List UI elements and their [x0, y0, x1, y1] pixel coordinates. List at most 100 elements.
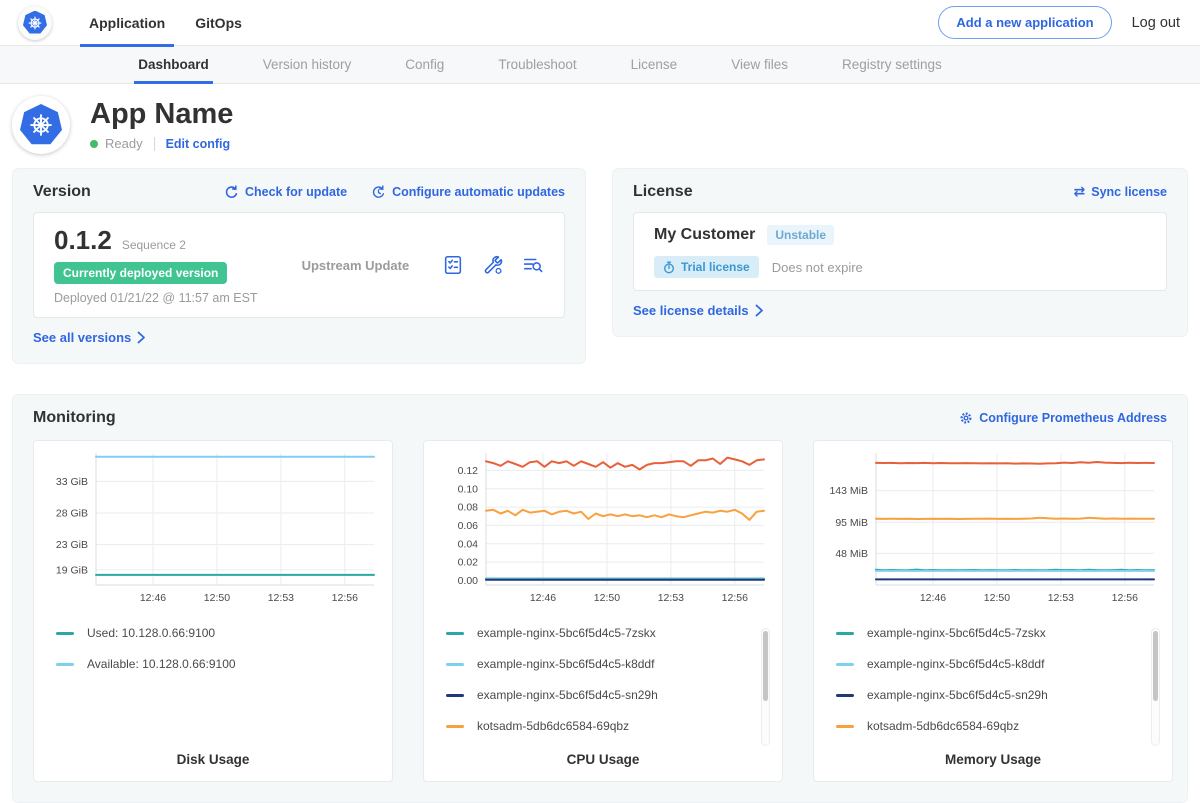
tab-dashboard[interactable]: Dashboard: [134, 46, 213, 83]
svg-text:12:56: 12:56: [332, 592, 358, 604]
tab-license[interactable]: License: [627, 46, 682, 83]
version-card-title: Version: [33, 183, 91, 201]
legend-swatch: [836, 663, 854, 666]
refresh-icon: [224, 185, 239, 200]
tab-version-history[interactable]: Version history: [259, 46, 356, 83]
legend-item: Available: 10.128.0.66:9100: [56, 657, 382, 671]
cpu-usage-chart-card: 0.120.100.080.060.040.020.0012:4612:5012…: [423, 440, 783, 782]
status-text: Ready: [105, 136, 143, 151]
app-tab-bar: Dashboard Version history Config Trouble…: [0, 46, 1200, 84]
legend-label: kotsadm-5db6dc6584-69qbz: [477, 719, 629, 733]
legend-label: example-nginx-5bc6f5d4c5-7zskx: [867, 626, 1046, 640]
svg-text:28 GiB: 28 GiB: [56, 508, 88, 520]
legend-item: example-nginx-5bc6f5d4c5-sn29h: [836, 688, 1162, 702]
svg-text:23 GiB: 23 GiB: [56, 539, 88, 551]
svg-text:12:53: 12:53: [268, 592, 294, 604]
tab-view-files[interactable]: View files: [727, 46, 792, 83]
disk-usage-plot: 33 GiB28 GiB23 GiB19 GiB12:4612:5012:531…: [44, 453, 382, 614]
legend-label: example-nginx-5bc6f5d4c5-k8ddf: [477, 657, 654, 671]
status-dot: [90, 140, 98, 148]
see-license-details-link[interactable]: See license details: [633, 303, 764, 318]
topnav-tab-application[interactable]: Application: [74, 0, 180, 46]
svg-text:48 MiB: 48 MiB: [835, 548, 868, 560]
memory-usage-chart-card: 143 MiB95 MiB48 MiB12:4612:5012:5312:56 …: [813, 440, 1173, 782]
scrollbar-thumb[interactable]: [1153, 631, 1158, 701]
legend-swatch: [836, 694, 854, 697]
sequence-label: Sequence 2: [122, 238, 186, 252]
preflight-checks-icon[interactable]: [442, 254, 464, 276]
legend-label: example-nginx-5bc6f5d4c5-k8ddf: [867, 657, 1044, 671]
svg-text:0.00: 0.00: [458, 575, 479, 587]
svg-text:95 MiB: 95 MiB: [835, 517, 868, 529]
legend-swatch: [836, 632, 854, 635]
svg-text:0.06: 0.06: [458, 520, 479, 532]
legend-scrollbar[interactable]: [761, 628, 770, 746]
chevron-right-icon: [755, 304, 764, 317]
legend-swatch: [446, 694, 464, 697]
tab-config[interactable]: Config: [401, 46, 448, 83]
license-card-title: License: [633, 183, 693, 201]
legend-item: example-nginx-5bc6f5d4c5-sn29h: [446, 688, 772, 702]
see-license-details-label: See license details: [633, 303, 749, 318]
kubernetes-helm-icon: [23, 11, 47, 35]
version-card: Version Check for update Configure au: [12, 168, 586, 364]
version-source-label: Upstream Update: [302, 258, 410, 273]
topnav-tab-gitops[interactable]: GitOps: [180, 0, 257, 46]
legend-swatch: [56, 663, 74, 666]
legend-swatch: [446, 632, 464, 635]
configure-prometheus-link[interactable]: Configure Prometheus Address: [959, 411, 1167, 425]
current-version-row: 0.1.2 Sequence 2 Currently deployed vers…: [33, 212, 565, 318]
config-wrench-icon[interactable]: [482, 254, 504, 276]
logout-button[interactable]: Log out: [1132, 15, 1180, 31]
sync-license-link[interactable]: ⇄ Sync license: [1074, 185, 1167, 199]
legend-label: kotsadm-5db6dc6584-69qbz: [867, 719, 1019, 733]
license-summary: My Customer Unstable Trial license Does …: [633, 212, 1167, 291]
configure-automatic-updates-link[interactable]: Configure automatic updates: [371, 185, 565, 200]
clock-refresh-icon: [371, 185, 386, 200]
license-expiration: Does not expire: [772, 260, 863, 275]
app-avatar: [12, 96, 70, 154]
app-header: App Name Ready Edit config: [0, 84, 1200, 168]
svg-text:12:56: 12:56: [1112, 592, 1138, 604]
check-for-update-link[interactable]: Check for update: [224, 185, 347, 200]
sync-arrows-icon: ⇄: [1074, 185, 1086, 199]
monitoring-section: Monitoring Configure Prometheus Address …: [12, 394, 1188, 803]
disk-usage-legend: Used: 10.128.0.66:9100 Available: 10.128…: [56, 626, 382, 752]
version-number: 0.1.2: [54, 225, 112, 256]
svg-text:33 GiB: 33 GiB: [56, 476, 88, 488]
tab-troubleshoot[interactable]: Troubleshoot: [494, 46, 580, 83]
deployed-timestamp: Deployed 01/21/22 @ 11:57 am EST: [54, 291, 258, 305]
gear-icon: [959, 411, 973, 425]
svg-text:0.02: 0.02: [458, 557, 479, 569]
see-all-versions-link[interactable]: See all versions: [33, 330, 146, 345]
svg-text:12:53: 12:53: [1048, 592, 1074, 604]
deploy-logs-icon[interactable]: [522, 254, 544, 276]
legend-item: example-nginx-5bc6f5d4c5-7zskx: [836, 626, 1162, 640]
topnav-tab-label: GitOps: [195, 15, 242, 31]
edit-config-link[interactable]: Edit config: [166, 137, 231, 151]
scrollbar-thumb[interactable]: [763, 631, 768, 701]
svg-text:12:50: 12:50: [204, 592, 230, 604]
svg-text:12:50: 12:50: [984, 592, 1010, 604]
tab-registry-settings[interactable]: Registry settings: [838, 46, 946, 83]
configure-automatic-updates-label: Configure automatic updates: [392, 185, 565, 199]
legend-label: example-nginx-5bc6f5d4c5-sn29h: [867, 688, 1048, 702]
legend-scrollbar[interactable]: [1151, 628, 1160, 746]
add-new-application-button[interactable]: Add a new application: [938, 6, 1111, 39]
svg-text:12:46: 12:46: [530, 592, 556, 604]
legend-item: example-nginx-5bc6f5d4c5-7zskx: [446, 626, 772, 640]
kubernetes-logo[interactable]: [18, 6, 52, 40]
customer-name: My Customer: [654, 226, 755, 244]
currently-deployed-badge: Currently deployed version: [54, 262, 227, 284]
legend-item: example-nginx-5bc6f5d4c5-k8ddf: [446, 657, 772, 671]
disk-usage-chart-card: 33 GiB28 GiB23 GiB19 GiB12:4612:5012:531…: [33, 440, 393, 782]
kubernetes-helm-icon: [20, 104, 62, 146]
svg-text:0.08: 0.08: [458, 502, 479, 514]
chevron-right-icon: [137, 331, 146, 344]
check-for-update-label: Check for update: [245, 185, 347, 199]
page-title: App Name: [90, 99, 233, 131]
legend-item: example-nginx-5bc6f5d4c5-k8ddf: [836, 657, 1162, 671]
stopwatch-icon: [663, 261, 675, 274]
legend-item: kotsadm-5db6dc6584-69qbz: [836, 719, 1162, 733]
chart-title: Disk Usage: [44, 752, 382, 769]
